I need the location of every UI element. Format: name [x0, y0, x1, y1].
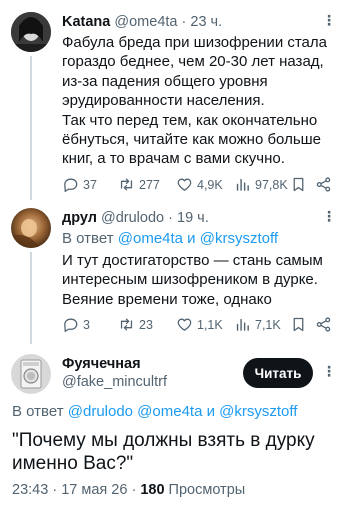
more-icon[interactable]: ⋮ [322, 12, 337, 29]
tweet-time[interactable]: 23 ч. [190, 14, 222, 30]
author-handle[interactable]: @ome4ta [114, 14, 177, 30]
tweet-time[interactable]: 23:43 [12, 482, 48, 498]
tweet-katana[interactable]: Katana @ome4ta · 23 ч. ⋮ Фабула бреда пр… [0, 0, 348, 200]
reply-mentions-link[interactable]: @ome4ta и @krsysztoff [118, 230, 278, 247]
avatar-katana-image [11, 12, 51, 52]
avatar-fuyachechnaya-image [11, 354, 51, 394]
author-name[interactable]: друл [62, 210, 97, 226]
tweet-time[interactable]: 19 ч. [177, 210, 209, 226]
main-tweet: Фуячечная @fake_mincultrf Читать ⋮ В отв… [0, 344, 348, 512]
reply-count: 3 [83, 317, 90, 332]
tweet-drul[interactable]: друл @drulodo · 19 ч. ⋮ В ответ @ome4ta … [0, 200, 348, 344]
tweet-actions: 37 277 4,9K 97,8K [62, 176, 342, 196]
main-tweet-text: "Почему мы должны взять в дурку именно В… [12, 430, 315, 474]
views-count: 97,8K [255, 177, 288, 192]
share-icon [316, 317, 331, 332]
views-icon [236, 178, 249, 191]
more-icon[interactable]: ⋮ [322, 363, 337, 380]
like-button[interactable]: 4,9K [176, 176, 223, 193]
share-button[interactable] [315, 316, 332, 333]
main-author: Фуячечная [62, 355, 141, 373]
tweet-meta: 23:43 · 17 мая 26 · 180 Просмотры [12, 482, 245, 498]
views-button[interactable]: 7,1K [234, 316, 281, 333]
views-label: Просмотры [168, 482, 246, 498]
follow-button[interactable]: Читать [243, 358, 313, 388]
like-icon [177, 178, 192, 191]
reply-count: 37 [83, 177, 97, 192]
retweet-count: 23 [139, 317, 153, 332]
reply-button[interactable]: 3 [62, 316, 90, 333]
author-name[interactable]: Katana [62, 14, 110, 30]
thread-line [30, 56, 32, 200]
views-count: 180 [140, 482, 165, 498]
reply-context: В ответ @drulodo @ome4ta и @krsysztoff [12, 402, 297, 421]
bookmark-button[interactable] [290, 176, 307, 193]
tweet-text: Фабула бреда при шизофрении стала горазд… [62, 34, 327, 168]
tweet-date[interactable]: 17 мая 26 [61, 482, 127, 498]
avatar-drul-image [11, 208, 51, 248]
more-icon[interactable]: ⋮ [322, 208, 337, 225]
reply-prefix: В ответ [12, 403, 64, 420]
views-count: 7,1K [255, 317, 281, 332]
reply-context: В ответ @ome4ta и @krsysztoff [62, 229, 278, 248]
reply-mentions-link[interactable]: @drulodo @ome4ta и @krsysztoff [68, 403, 298, 420]
separator-dot: · [168, 210, 173, 226]
views-icon [236, 318, 249, 331]
tweet-text: И тут достигаторство — стань самым интер… [62, 252, 323, 308]
bookmark-icon [293, 317, 304, 332]
separator-dot: · [181, 14, 187, 30]
like-count: 4,9K [197, 177, 223, 192]
author-name[interactable]: Фуячечная [62, 355, 141, 373]
author-handle[interactable]: @fake_mincultrf [62, 373, 167, 391]
like-button[interactable]: 1,1K [176, 316, 223, 333]
tweet-actions: 3 23 1,1K 7,1K [62, 316, 342, 336]
bookmark-icon [293, 177, 304, 192]
main-author-handle-row: @fake_mincultrf [62, 373, 167, 391]
avatar-fuyachechnaya[interactable] [11, 354, 51, 394]
retweet-button[interactable]: 277 [118, 176, 160, 193]
retweet-icon [120, 178, 133, 191]
share-icon [316, 177, 331, 192]
reply-prefix: В ответ [62, 230, 114, 247]
reply-button[interactable]: 37 [62, 176, 97, 193]
tweet-header: друл @drulodo · 19 ч. [62, 209, 209, 227]
avatar-drul[interactable] [11, 208, 51, 248]
bookmark-button[interactable] [290, 316, 307, 333]
thread-line [30, 252, 32, 344]
tweet-header: Katana @ome4ta · 23 ч. [62, 13, 222, 31]
views-button[interactable]: 97,8K [234, 176, 288, 193]
separator-dot: · [52, 482, 58, 498]
avatar-katana[interactable] [11, 12, 51, 52]
retweet-count: 277 [139, 177, 160, 192]
like-count: 1,1K [197, 317, 223, 332]
author-handle[interactable]: @drulodo [101, 210, 164, 226]
retweet-button[interactable]: 23 [118, 316, 153, 333]
share-button[interactable] [315, 176, 332, 193]
separator-dot: · [131, 482, 137, 498]
retweet-icon [120, 318, 133, 331]
reply-icon [64, 318, 78, 333]
reply-icon [64, 178, 78, 193]
like-icon [177, 318, 192, 331]
